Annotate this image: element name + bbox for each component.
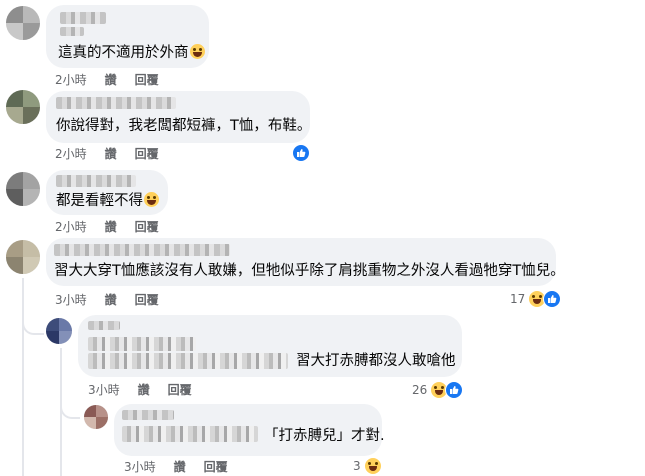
comment-bubble: 你說得對，我老闆都短褲，T恤，布鞋。 <box>46 91 312 143</box>
reply-link[interactable]: 回覆 <box>135 73 159 87</box>
reaction-summary[interactable]: 3 <box>353 456 382 476</box>
reply-bubble: 習大打赤膊都沒人敢嗆他 <box>78 315 462 377</box>
haha-emoji-icon <box>144 192 159 207</box>
commenter-avatar[interactable] <box>6 240 40 274</box>
commenter-avatar[interactable] <box>6 90 40 124</box>
reply-link[interactable]: 回覆 <box>135 147 159 161</box>
reaction-count: 3 <box>353 459 361 473</box>
like-link[interactable]: 讚 <box>105 293 117 307</box>
comment-bubble: 習大大穿T恤應該沒有人敢嫌，但牠似乎除了肩挑重物之外沒人看過牠穿T恤兒。 <box>46 238 565 286</box>
reply-link[interactable]: 回覆 <box>135 293 159 307</box>
comment-bubble: 都是看輕不得 <box>46 170 168 215</box>
reply-link[interactable]: 回覆 <box>204 460 228 474</box>
reply-connector <box>60 395 80 419</box>
reply-time[interactable]: 3小時 <box>124 460 156 474</box>
comment-bubble: 這真的不適用於外商 <box>46 5 209 68</box>
reaction-count: 17 <box>510 292 526 306</box>
reaction-summary[interactable]: 17 <box>510 289 562 309</box>
comment-text: 都是看輕不得 <box>56 191 159 211</box>
comment-section: 這真的不適用於外商 2小時讚回覆 你說得對，我老闆都短褲，T恤，布鞋。 2小時讚… <box>0 0 645 476</box>
like-reaction-icon <box>445 381 464 399</box>
like-link[interactable]: 讚 <box>105 147 117 161</box>
reply-bubble: 「打赤膊兒」才對. <box>114 404 385 456</box>
like-reaction-icon <box>543 290 562 308</box>
haha-emoji-icon <box>189 44 205 59</box>
blurred-mention <box>88 353 288 369</box>
replier-avatar[interactable] <box>46 318 72 344</box>
comment-meta: 2小時 讚 回覆 <box>55 146 177 162</box>
reply-time[interactable]: 3小時 <box>88 383 120 397</box>
like-reaction-icon <box>292 144 310 162</box>
comment-meta: 2小時 讚 回覆 <box>55 219 177 235</box>
comment-time[interactable]: 2小時 <box>55 220 87 234</box>
reply-text: 習大打赤膊都沒人敢嗆他 <box>296 353 456 369</box>
reaction-summary[interactable] <box>292 143 310 163</box>
blurred-author-name <box>60 27 84 36</box>
blurred-author-name[interactable] <box>56 175 136 187</box>
reaction-count: 26 <box>412 383 428 397</box>
blurred-mention <box>88 337 196 351</box>
reply-link[interactable]: 回覆 <box>135 220 159 234</box>
like-link[interactable]: 讚 <box>174 460 186 474</box>
comment-meta: 2小時 讚 回覆 <box>55 72 177 88</box>
comment-text: 這真的不適用於外商 <box>58 43 205 63</box>
blurred-author-name[interactable] <box>88 321 120 330</box>
comment-time[interactable]: 2小時 <box>55 73 87 87</box>
reply-text: 「打赤膊兒」才對. <box>264 428 385 444</box>
blurred-author-name[interactable] <box>122 410 174 420</box>
reply-meta: 3小時 讚 回覆 <box>124 459 246 475</box>
comment-meta: 3小時 讚 回覆 <box>55 292 177 308</box>
haha-reaction-icon <box>363 457 382 475</box>
blurred-author-name[interactable] <box>54 244 230 256</box>
reply-connector <box>22 305 44 335</box>
blurred-author-name[interactable] <box>60 12 106 24</box>
blurred-author-name[interactable] <box>56 97 176 109</box>
like-link[interactable]: 讚 <box>138 383 150 397</box>
replier-avatar[interactable] <box>84 405 108 429</box>
comment-time[interactable]: 2小時 <box>55 147 87 161</box>
reply-link[interactable]: 回覆 <box>168 383 192 397</box>
blurred-mention <box>122 426 258 442</box>
like-link[interactable]: 讚 <box>105 220 117 234</box>
commenter-avatar[interactable] <box>6 6 40 40</box>
like-link[interactable]: 讚 <box>105 73 117 87</box>
comment-time[interactable]: 3小時 <box>55 293 87 307</box>
reaction-summary[interactable]: 26 <box>412 380 464 400</box>
comment-text: 習大大穿T恤應該沒有人敢嫌，但牠似乎除了肩挑重物之外沒人看過牠穿T恤兒。 <box>54 263 565 279</box>
comment-text: 你說得對，我老闆都短褲，T恤，布鞋。 <box>56 118 312 134</box>
reply-meta: 3小時 讚 回覆 <box>88 382 210 398</box>
commenter-avatar[interactable] <box>6 172 40 206</box>
